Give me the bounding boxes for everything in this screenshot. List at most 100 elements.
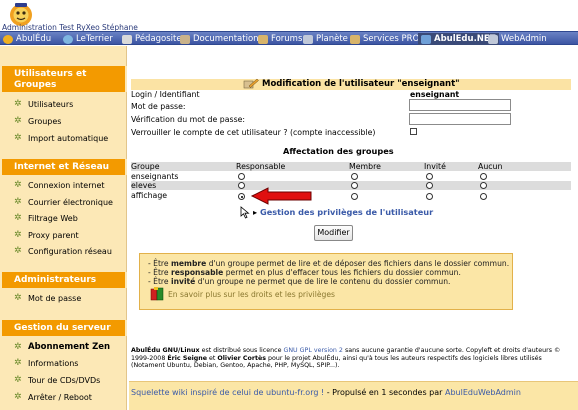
star-icon: ✲: [14, 358, 22, 368]
star-icon: ✲: [14, 99, 22, 109]
edit-user-icon: [243, 78, 259, 89]
sidebar-section-gestion-serveur: Gestion du serveur: [0, 320, 127, 336]
sidebar-item-proxy-parent[interactable]: ✲ Proxy parent: [14, 230, 79, 241]
sidebar-section-title: Gestion du serveur: [0, 320, 127, 336]
sidebar-item-arreter-reboot[interactable]: ✲ Arrêter / Reboot: [14, 392, 92, 403]
radio-affichage-invite[interactable]: [426, 193, 433, 200]
sidebar-item-mot-de-passe[interactable]: ✲ Mot de passe: [14, 293, 82, 304]
privileges-link[interactable]: ▸ Gestion des privilèges de l'utilisateu…: [253, 207, 433, 217]
ubuntu-fr-link[interactable]: Squelette wiki inspiré de celui de ubunt…: [131, 388, 324, 397]
star-icon: ✲: [14, 116, 22, 126]
nav-item-label: Forums: [271, 34, 303, 44]
triangle-right-icon: ▸: [253, 207, 258, 217]
nav-item-leterrier[interactable]: LeTerrier: [63, 33, 113, 45]
column-invite: Invité: [424, 162, 446, 171]
services-icon: [350, 34, 360, 44]
sidebar-item-filtrage-web[interactable]: ✲ Filtrage Web: [14, 213, 78, 224]
abuledu-net-icon: [421, 34, 431, 44]
password-field[interactable]: [409, 99, 511, 111]
license-footer: AbulÉdu GNU/Linux est distribué sous lic…: [131, 347, 561, 369]
modify-button[interactable]: Modifier: [314, 225, 353, 241]
star-icon: ✲: [14, 197, 22, 207]
sidebar-item-connexion-internet[interactable]: ✲ Connexion internet: [14, 181, 105, 191]
nav-item-forums[interactable]: Forums: [258, 33, 302, 45]
form-title: Modification de l'utilisateur "enseignan…: [262, 79, 460, 89]
sidebar-item-label: Utilisateurs: [28, 100, 74, 109]
radio-eleves-membre[interactable]: [351, 182, 358, 189]
nav-item-pedagosite[interactable]: Pédagosite: [122, 33, 182, 45]
sidebar-item-label: Mot de passe: [28, 294, 82, 303]
radio-eleves-invite[interactable]: [426, 182, 433, 189]
radio-eleves-aucun[interactable]: [480, 182, 487, 189]
radio-enseignants-aucun[interactable]: [480, 173, 487, 180]
sidebar-item-label: Abonnement Zen: [28, 342, 111, 352]
webadmin-link[interactable]: AbulEduWebAdmin: [445, 388, 521, 397]
radio-affichage-aucun[interactable]: [480, 193, 487, 200]
group-name: affichage: [131, 191, 168, 200]
sidebar-item-import-automatique[interactable]: ✲ Import automatique: [14, 133, 108, 144]
nav-item-services-pro[interactable]: Services PRO: [350, 33, 419, 45]
rights-info-link[interactable]: En savoir plus sur les droits et les pri…: [168, 290, 335, 299]
star-icon: ✲: [14, 246, 22, 256]
sidebar-item-tour-cds[interactable]: ✲ Tour de CDs/DVDs: [14, 376, 101, 386]
radio-enseignants-invite[interactable]: [426, 173, 433, 180]
nav-item-label: AbulÉdu: [16, 34, 52, 44]
nav-item-label: Pédagosite: [135, 34, 182, 44]
forums-icon: [258, 34, 268, 44]
nav-item-planete[interactable]: Planète: [303, 33, 348, 45]
sidebar-item-label: Tour de CDs/DVDs: [28, 376, 101, 385]
sidebar-item-label: Configuration réseau: [28, 247, 112, 256]
sidebar-item-label: Connexion internet: [28, 181, 105, 190]
star-icon: ✲: [14, 392, 22, 402]
info-line-invite: - Être invité d'un groupe ne permet que …: [148, 277, 451, 286]
nav-item-abuledu-net[interactable]: AbulEdu.NET: [418, 33, 499, 45]
sidebar-item-label: Arrêter / Reboot: [28, 393, 92, 402]
sidebar-section-users-groups: Utilisateurs et Groupes: [0, 66, 127, 92]
nav-item-label: AbulEdu.NET: [434, 34, 496, 44]
radio-enseignants-membre[interactable]: [351, 173, 358, 180]
webadmin-icon: [488, 34, 498, 44]
sidebar-item-label: Proxy parent: [28, 231, 79, 240]
gpl-link[interactable]: GNU GPL version 2: [283, 347, 342, 354]
sidebar-item-configuration-reseau[interactable]: ✲ Configuration réseau: [14, 246, 112, 257]
sidebar-section-title: Utilisateurs et Groupes: [0, 66, 127, 92]
nav-item-label: Planète: [316, 34, 348, 44]
radio-eleves-responsable[interactable]: [238, 182, 245, 189]
nav-item-documentation[interactable]: Documentation: [180, 33, 259, 45]
radio-affichage-membre[interactable]: [351, 193, 358, 200]
lock-account-checkbox[interactable]: [410, 128, 417, 135]
star-icon: ✲: [14, 293, 22, 303]
bottom-footer-text: Squelette wiki inspiré de celui de ubunt…: [131, 388, 521, 397]
header: Administration Test RyXeo Stéphane: [0, 0, 578, 32]
sidebar-item-courrier[interactable]: ✲ Courrier électronique: [14, 197, 113, 208]
password-verify-field[interactable]: [409, 113, 511, 125]
group-name: eleves: [131, 181, 157, 190]
star-icon: ✲: [14, 230, 22, 240]
documentation-icon: [180, 34, 190, 44]
sidebar-item-abonnement-zen[interactable]: ✲ Abonnement Zen: [14, 342, 110, 352]
sidebar-section-administrateurs: Administrateurs: [0, 272, 127, 288]
radio-affichage-responsable[interactable]: [238, 193, 245, 200]
info-line-membre: - Être membre d'un groupe permet de lire…: [148, 259, 510, 268]
mouse-cursor-icon: [240, 206, 250, 219]
sidebar-item-label: Groupes: [28, 117, 62, 126]
radio-enseignants-responsable[interactable]: [238, 173, 245, 180]
star-icon: ✲: [14, 133, 22, 143]
privileges-link-label: Gestion des privilèges de l'utilisateur: [259, 207, 434, 217]
abuledu-icon: [3, 34, 13, 44]
top-navigation: AbulÉdu LeTerrier Pédagosite Documentati…: [0, 31, 578, 45]
terrier-icon: [63, 34, 73, 44]
sidebar-item-label: Informations: [28, 359, 79, 368]
nav-item-label: Services PRO: [363, 34, 420, 44]
lock-account-label: Verrouiller le compte de cet utilisateur…: [131, 128, 376, 137]
sidebar-item-groupes[interactable]: ✲ Groupes: [14, 116, 62, 127]
planete-icon: [303, 34, 313, 44]
column-membre: Membre: [349, 162, 381, 171]
sidebar-item-utilisateurs[interactable]: ✲ Utilisateurs: [14, 99, 74, 110]
nav-item-label: Documentation: [193, 34, 259, 44]
nav-item-webadmin[interactable]: WebAdmin: [488, 33, 547, 45]
nav-item-abuledu[interactable]: AbulÉdu: [3, 33, 51, 45]
sidebar-item-informations[interactable]: ✲ Informations: [14, 358, 79, 369]
star-icon: ✲: [14, 213, 22, 223]
sidebar-section-internet: Internet et Réseau: [0, 159, 127, 175]
